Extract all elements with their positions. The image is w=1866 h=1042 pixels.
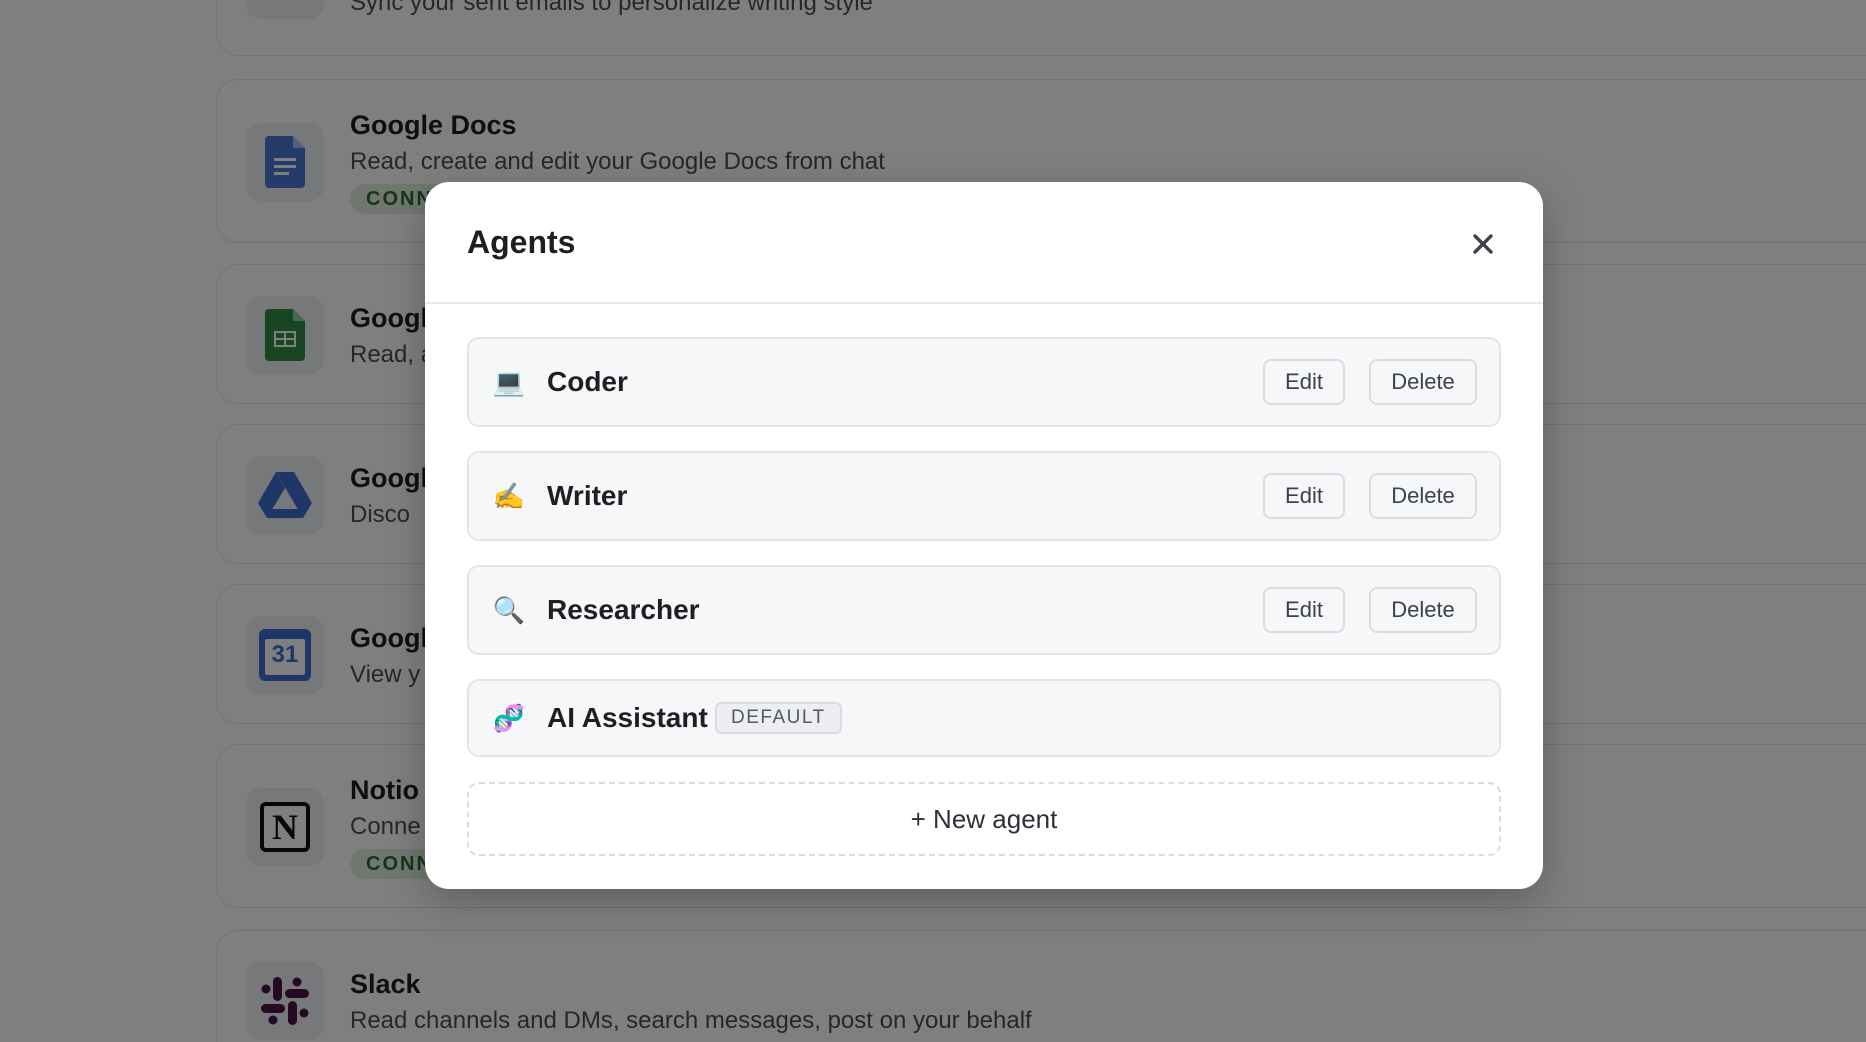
default-badge: DEFAULT	[715, 702, 842, 734]
agent-row-writer[interactable]: ✍️ Writer Edit Delete	[467, 451, 1501, 541]
agent-row-ai-assistant[interactable]: 🧬 AI Assistant DEFAULT	[467, 679, 1501, 757]
magnifier-icon: 🔍	[492, 594, 526, 625]
laptop-icon: 💻	[492, 366, 526, 397]
dna-icon: 🧬	[492, 702, 526, 733]
agent-row-coder[interactable]: 💻 Coder Edit Delete	[467, 337, 1501, 427]
agent-name: Writer	[547, 480, 628, 511]
agent-name: Coder	[547, 366, 628, 397]
modal-title: Agents	[467, 224, 576, 260]
close-icon	[1473, 234, 1493, 254]
edit-button[interactable]: Edit	[1263, 587, 1345, 633]
delete-button[interactable]: Delete	[1369, 587, 1477, 633]
delete-button[interactable]: Delete	[1369, 359, 1477, 405]
app-stage: Sync your sent emails to personalize wri…	[0, 0, 1866, 1042]
agents-modal: Agents 💻 Coder Edit Delete ✍️ Writer Edi…	[425, 182, 1543, 889]
writing-hand-icon: ✍️	[492, 480, 526, 511]
close-button[interactable]	[1461, 222, 1505, 266]
agent-row-researcher[interactable]: 🔍 Researcher Edit Delete	[467, 565, 1501, 655]
modal-header: Agents	[425, 182, 1543, 304]
edit-button[interactable]: Edit	[1263, 473, 1345, 519]
delete-button[interactable]: Delete	[1369, 473, 1477, 519]
agent-name: AI Assistant	[547, 702, 708, 733]
agent-name: Researcher	[547, 594, 700, 625]
new-agent-button[interactable]: + New agent	[467, 782, 1501, 856]
edit-button[interactable]: Edit	[1263, 359, 1345, 405]
